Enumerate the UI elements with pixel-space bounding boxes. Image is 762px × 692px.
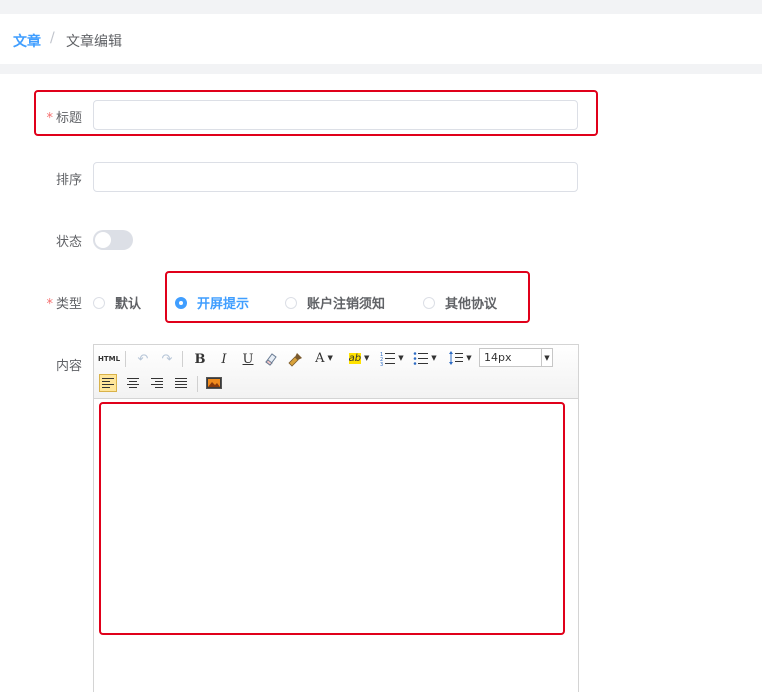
align-justify-icon[interactable] — [172, 374, 190, 392]
toolbar-separator — [125, 351, 126, 367]
italic-button[interactable]: I — [215, 350, 233, 368]
caret-down-icon: ▼ — [364, 354, 370, 362]
highlight-box-title — [34, 90, 598, 136]
breadcrumb-current: 文章编辑 — [66, 34, 122, 50]
radio-circle — [93, 296, 105, 309]
toolbar-separator — [197, 376, 198, 392]
breadcrumb-separator: / — [50, 30, 55, 46]
caret-down-icon: ▼ — [398, 354, 404, 362]
breadcrumb-home-link[interactable]: 文章 — [13, 31, 41, 51]
insert-image-icon[interactable] — [204, 374, 224, 392]
align-left-icon[interactable] — [99, 374, 117, 392]
eraser-icon[interactable] — [262, 350, 280, 368]
svg-text:3: 3 — [380, 362, 383, 366]
underline-button[interactable]: U — [239, 350, 257, 368]
ordered-list-icon[interactable]: 123 ▼ — [379, 349, 405, 367]
radio-default[interactable]: 默认 — [93, 293, 141, 312]
align-right-icon[interactable] — [148, 374, 166, 392]
caret-down-icon: ▼ — [541, 349, 552, 366]
format-painter-icon[interactable] — [287, 350, 305, 368]
required-mark: * — [46, 297, 53, 312]
font-color-button[interactable]: A ▼ — [311, 349, 337, 367]
highlight-color-button[interactable]: ab ▼ — [345, 349, 373, 367]
section-divider — [0, 64, 762, 74]
caret-down-icon: ▼ — [431, 354, 437, 362]
type-label: * 类型 — [46, 297, 82, 312]
switch-knob — [95, 232, 111, 248]
html-source-button[interactable]: HTML — [98, 350, 120, 368]
bold-button[interactable]: B — [191, 350, 209, 368]
caret-down-icon: ▼ — [466, 354, 472, 362]
undo-icon[interactable]: ↶ — [134, 350, 152, 368]
status-label: 状态 — [55, 235, 82, 250]
highlight-box-type-options — [165, 271, 530, 323]
sort-input[interactable] — [93, 162, 578, 192]
toolbar-separator — [182, 351, 183, 367]
align-center-icon[interactable] — [124, 374, 142, 392]
content-label: 内容 — [55, 359, 82, 374]
line-height-icon[interactable]: ▼ — [446, 349, 474, 367]
font-size-select[interactable]: 14px ▼ — [479, 348, 553, 367]
breadcrumb: 文章 / 文章编辑 — [0, 14, 762, 64]
highlight-box-content — [99, 402, 565, 635]
status-switch[interactable] — [93, 230, 133, 250]
redo-icon[interactable]: ↷ — [158, 350, 176, 368]
top-band — [0, 0, 762, 14]
editor-toolbar: HTML ↶ ↷ B I U A ▼ ab ▼ 123 ▼ ▼ ▼ 14px ▼ — [94, 345, 578, 399]
bullet-list-icon[interactable]: ▼ — [412, 349, 438, 367]
radio-label: 默认 — [115, 297, 142, 312]
sort-label: 排序 — [55, 173, 82, 188]
caret-down-icon: ▼ — [327, 354, 333, 362]
